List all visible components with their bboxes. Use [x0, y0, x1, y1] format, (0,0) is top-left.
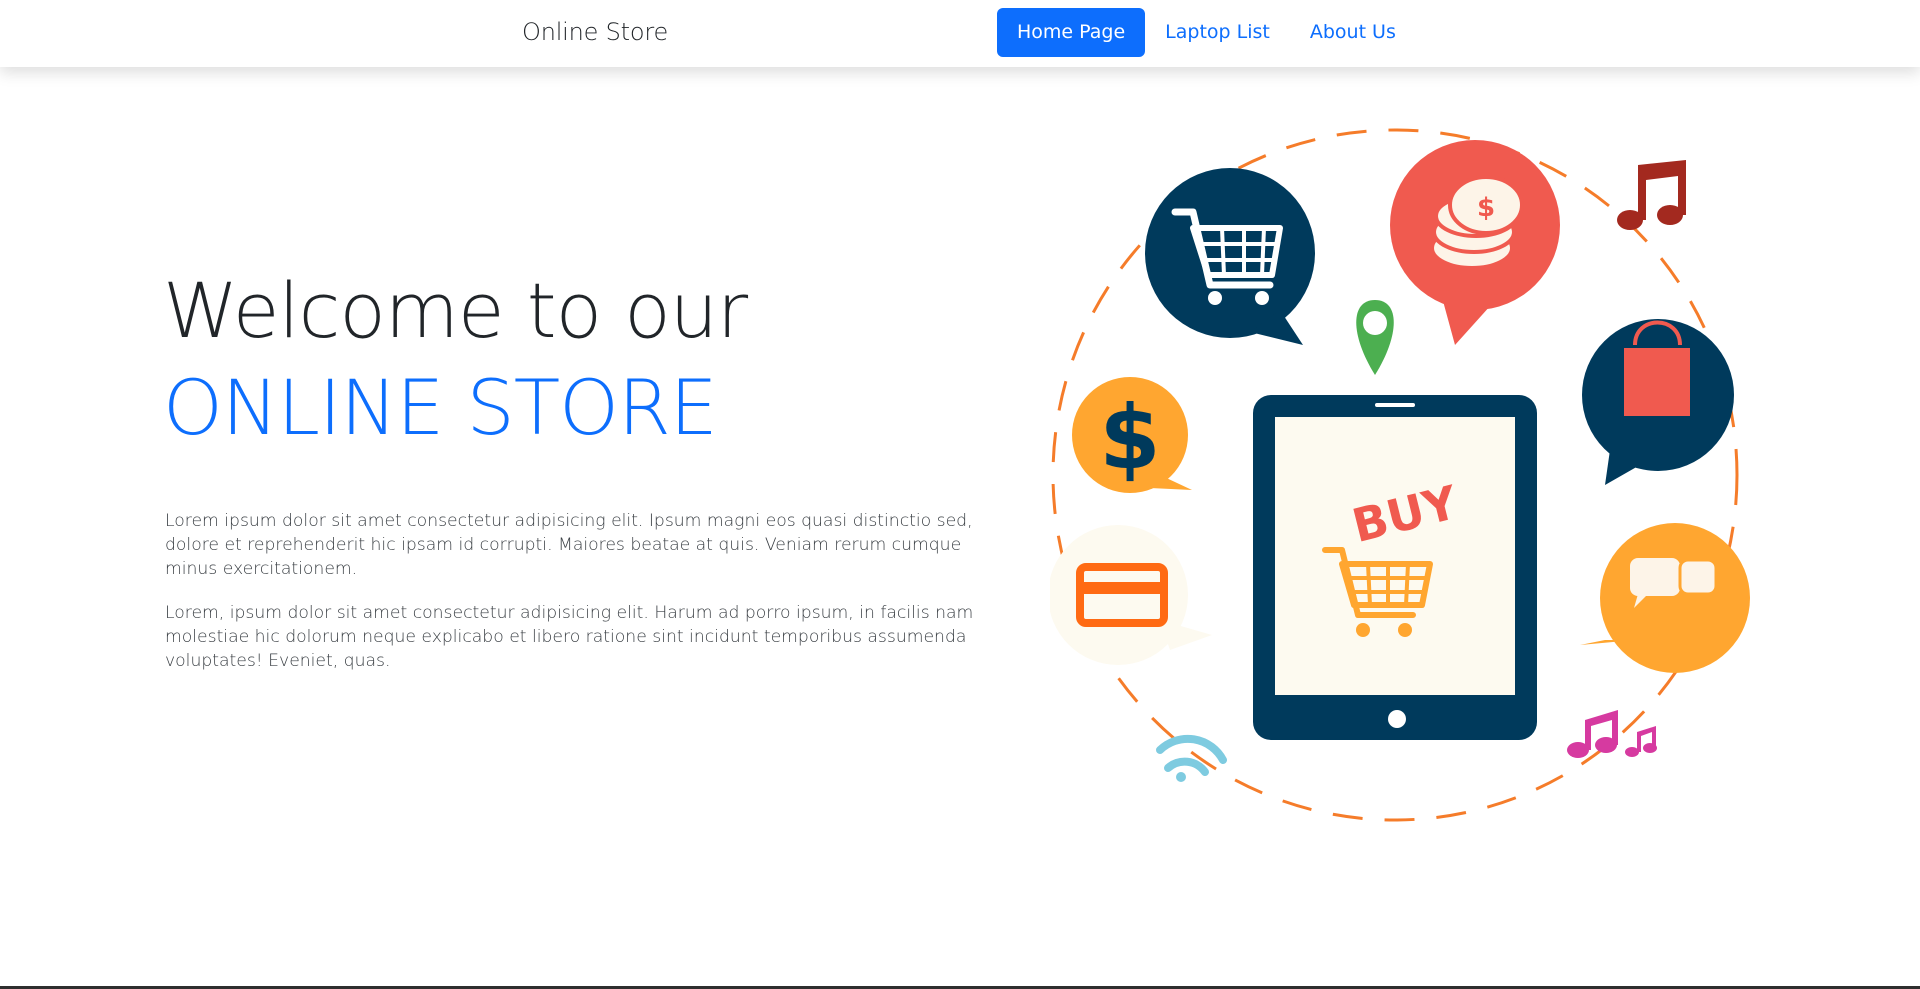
hero-title-line1: Welcome to our: [163, 266, 748, 355]
svg-text:$: $: [1477, 193, 1495, 223]
coins-icon: $: [1390, 140, 1560, 345]
shopping-cart-icon: [1145, 168, 1315, 345]
main-nav: Home Page Laptop List About Us: [997, 8, 1416, 57]
nav-home-page[interactable]: Home Page: [997, 8, 1146, 57]
hero-title: Welcome to our ONLINE STORE: [163, 262, 748, 456]
dollar-icon: $: [1072, 377, 1192, 493]
hero-paragraph-2: Lorem, ipsum dolor sit amet consectetur …: [165, 603, 974, 671]
credit-card-icon: [1050, 525, 1212, 665]
wifi-icon: [1156, 734, 1227, 782]
nav-about-us[interactable]: About Us: [1290, 8, 1416, 57]
navbar: Online Store Home Page Laptop List About…: [0, 0, 1920, 67]
music-note-icon: [1617, 160, 1686, 230]
brand-link[interactable]: Online Store: [522, 18, 668, 46]
nav-laptop-list[interactable]: Laptop List: [1145, 8, 1290, 57]
location-pin-icon: [1356, 300, 1394, 375]
shopping-bag-icon: [1582, 319, 1734, 485]
online-shopping-illustration: $ $ BUY: [1050, 128, 1750, 822]
hero-title-accent: ONLINE STORE: [163, 363, 718, 452]
tablet-icon: BUY: [1253, 395, 1537, 740]
hero-paragraph-1: Lorem ipsum dolor sit amet consectetur a…: [165, 511, 973, 579]
svg-text:$: $: [1099, 386, 1160, 489]
music-notes-icon: [1567, 710, 1657, 758]
chat-bubbles-icon: [1580, 523, 1750, 673]
